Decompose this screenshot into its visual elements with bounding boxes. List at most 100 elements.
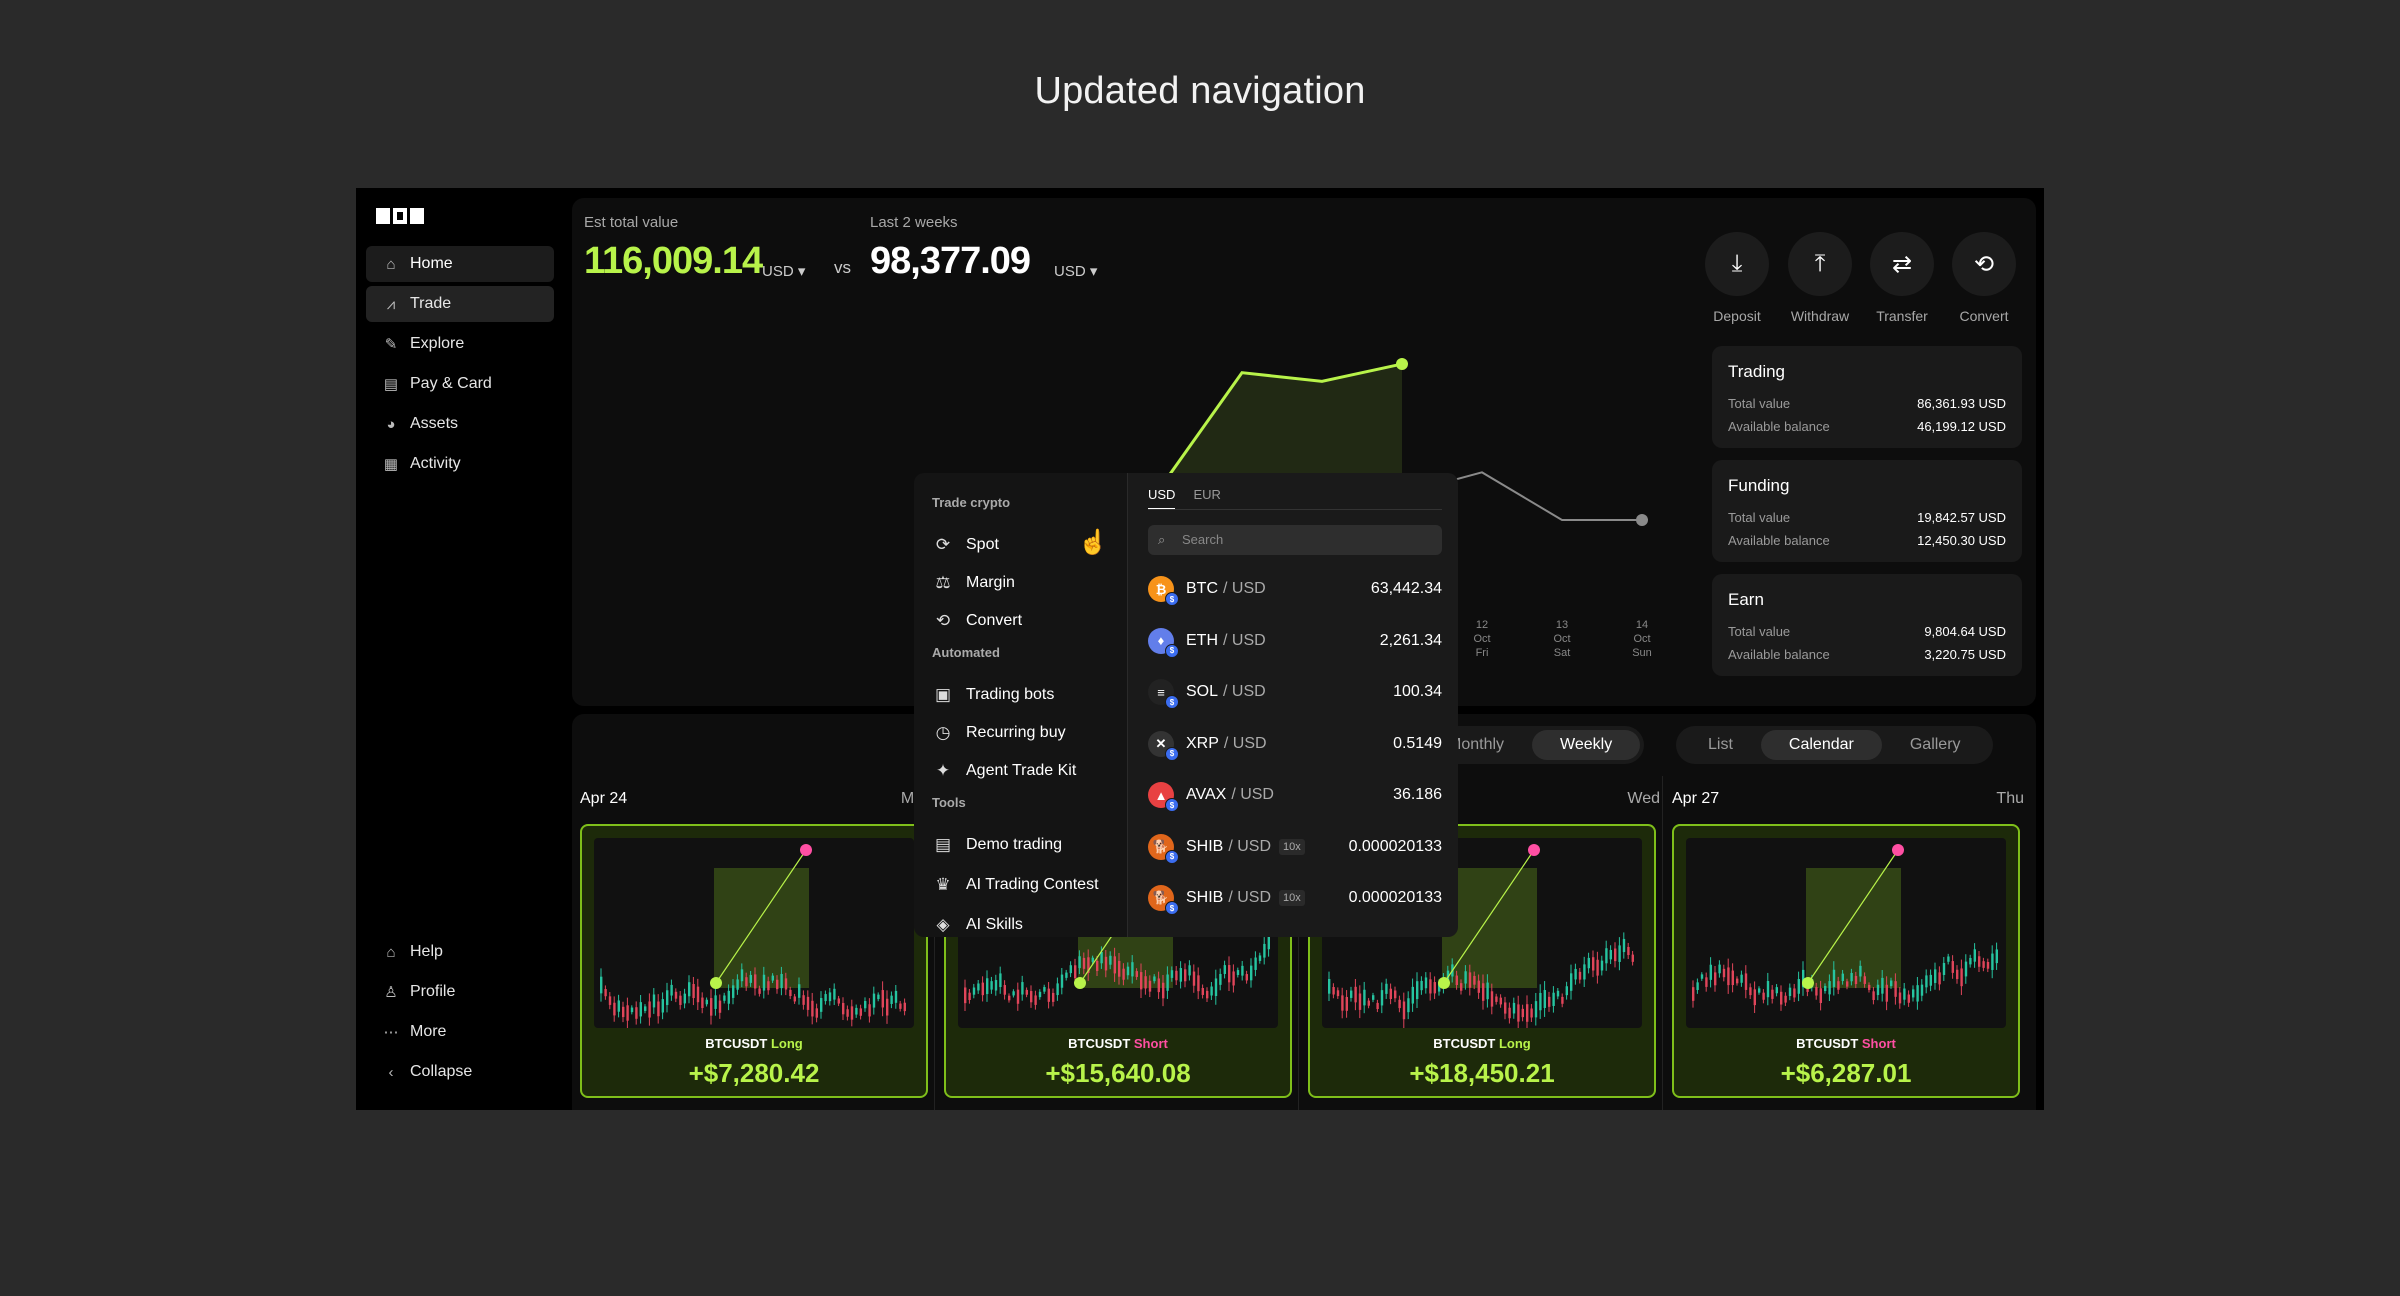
- menu-item-ai-skills[interactable]: ◈ AI Skills: [932, 915, 1022, 935]
- more-icon: ⋯: [383, 1024, 399, 1041]
- sidebar-item-assets[interactable]: ◕ Assets: [366, 406, 554, 442]
- trade-pnl: +$18,450.21: [1409, 1058, 1555, 1088]
- market-price: 2,261.34: [1379, 631, 1442, 649]
- deposit-icon: ⤓: [1705, 232, 1769, 296]
- trade-summary-tile[interactable]: BTCUSDT Short +$6,287.01: [1672, 824, 2020, 1098]
- recurring-icon: ◷: [935, 723, 951, 742]
- trade-pair: BTCUSDT Short: [1068, 1036, 1168, 1051]
- app-window: ⌂ Home ⩘ Trade ✎ Explore ▤ Pay & Card ◕ Asset…: [356, 188, 2044, 1110]
- period-currency-select[interactable]: USD ▾: [1054, 262, 1097, 280]
- series-end-point[interactable]: [1396, 358, 1408, 370]
- btc-coin-icon: ₿ $: [1148, 576, 1179, 606]
- transfer-icon: ⇄: [1870, 232, 1934, 296]
- trade-icon: ⩘: [386, 295, 396, 313]
- menu-item-spot[interactable]: ⟳ Spot: [932, 535, 999, 555]
- market-price: 0.000020133: [1348, 889, 1442, 906]
- sidebar-item-trade[interactable]: ⩘ Trade: [366, 286, 554, 322]
- calendar-day[interactable]: Apr 24MonBTCUSDT Long+$7,280.42: [572, 776, 940, 1110]
- trade-pair: BTCUSDT Long: [705, 1036, 803, 1051]
- menu-item-demo-trading[interactable]: ▤ Demo trading: [932, 835, 1062, 855]
- market-row-eth[interactable]: ♦ $ ETH / USD 2,261.34: [1148, 623, 1442, 659]
- trophy-icon: ♛: [935, 875, 951, 894]
- trade-pnl: +$6,287.01: [1780, 1058, 1912, 1088]
- list-toggle[interactable]: List: [1680, 730, 1761, 760]
- menu-item-ai-trading-contest[interactable]: ♛ AI Trading Contest: [932, 875, 1098, 895]
- market-row-btc[interactable]: ₿ $ BTC / USD 63,442.34: [1148, 571, 1442, 607]
- convert-icon: ⟲: [935, 611, 951, 630]
- page-headline: Updated navigation: [1034, 70, 1366, 112]
- gallery-toggle[interactable]: Gallery: [1882, 730, 1989, 760]
- sparkle-icon: ✦: [935, 761, 951, 780]
- trade-pnl: +$15,640.08: [1045, 1058, 1191, 1088]
- menu-item-trading-bots[interactable]: ▣ Trading bots: [932, 685, 1054, 705]
- trade-candle-chart: [594, 838, 914, 1028]
- leverage-badge: 10x: [1279, 838, 1305, 855]
- account-earn[interactable]: Earn Total value 9,804.64 USD Available b…: [1712, 574, 2022, 676]
- market-row-sol[interactable]: ≡ $ SOL / USD 100.34: [1148, 674, 1442, 710]
- est-total-label: Est total value: [584, 214, 679, 231]
- sidebar-item-collapse[interactable]: ‹ Collapse: [366, 1054, 554, 1090]
- sidebar-item-profile[interactable]: ♙ Profile: [366, 974, 554, 1010]
- day-date: Apr 24: [580, 790, 628, 807]
- shib-coin-icon: 🐕 $: [1148, 833, 1179, 864]
- market-row-shib[interactable]: 🐕 $ SHIB / USD 10x 0.000020133: [1148, 829, 1442, 865]
- tab-eur[interactable]: EUR: [1193, 487, 1220, 510]
- calendar-toggle[interactable]: Calendar: [1760, 730, 1882, 760]
- market-row-xrp[interactable]: ✕ $ XRP / USD 0.5149: [1148, 726, 1442, 762]
- est-currency-select[interactable]: USD ▾: [762, 262, 805, 280]
- menu-item-agent-trade-kit[interactable]: ✦ Agent Trade Kit: [932, 761, 1076, 781]
- section-tools: Tools: [932, 795, 966, 810]
- account-trading[interactable]: Trading Total value 86,361.93 USD Availab…: [1712, 346, 2022, 448]
- transfer-button[interactable]: ⇄ Transfer: [1862, 232, 1942, 324]
- activity-icon: ▦: [383, 456, 399, 473]
- market-price: 0.5149: [1393, 734, 1442, 752]
- sidebar: ⌂ Home ⩘ Trade ✎ Explore ▤ Pay & Card ◕ Asset…: [356, 188, 564, 1110]
- trade-candle-chart: [1686, 838, 2006, 1028]
- period-select[interactable]: Last 2 weeks: [870, 214, 958, 231]
- market-row-avax[interactable]: ▲ $ AVAX / USD 36.186: [1148, 777, 1442, 813]
- bot-icon: ▣: [934, 685, 952, 704]
- market-price: 0.000020133: [1348, 837, 1442, 855]
- margin-icon: ⚖: [935, 573, 951, 592]
- sidebar-item-explore[interactable]: ✎ Explore: [366, 326, 554, 362]
- section-automated: Automated: [932, 645, 1000, 660]
- shib-coin-icon: 🐕 $: [1148, 885, 1179, 915]
- series-end-point[interactable]: [1636, 514, 1648, 526]
- menu-item-margin[interactable]: ⚖ Margin: [932, 573, 1015, 593]
- calendar-day[interactable]: Apr 27 Thu BTCUSDT Short +$6,287.01: [1664, 776, 2032, 1110]
- x-tick-label: 13 Oct Sat: [1553, 619, 1571, 659]
- menu-item-convert[interactable]: ⟲ Convert: [932, 611, 1022, 631]
- menu-item-recurring-buy[interactable]: ◷ Recurring buy: [932, 723, 1066, 743]
- trade-pair: BTCUSDT Long: [1433, 1036, 1531, 1051]
- currency-tabs: USD EUR: [1148, 487, 1221, 510]
- search-icon: ⌕: [1158, 532, 1166, 547]
- sidebar-item-activity[interactable]: ▦ Activity: [366, 446, 554, 482]
- weekly-toggle[interactable]: Weekly: [1532, 730, 1641, 760]
- market-row-shib[interactable]: 🐕 $ SHIB / USD 10x 0.000020133: [1148, 880, 1442, 916]
- market-search-input[interactable]: ⌕ Search: [1148, 525, 1442, 555]
- explore-icon: ✎: [384, 336, 398, 353]
- okx-logo[interactable]: [376, 208, 424, 224]
- trade-pnl: +$7,280.42: [688, 1058, 820, 1088]
- sol-coin-icon: ≡ $: [1148, 679, 1179, 709]
- sidebar-item-home[interactable]: ⌂ Home: [366, 246, 554, 282]
- pointer-cursor-icon: ☝: [1078, 529, 1108, 556]
- home-icon: ⌂: [386, 255, 396, 273]
- tab-usd[interactable]: USD: [1148, 487, 1176, 510]
- eth-coin-icon: ♦ $: [1148, 627, 1179, 658]
- trade-summary-tile[interactable]: BTCUSDT Long +$7,280.42: [580, 824, 928, 1098]
- sidebar-item-pay-card[interactable]: ▤ Pay & Card: [366, 366, 554, 402]
- spot-icon: ⟳: [935, 535, 951, 554]
- withdraw-button[interactable]: ⤒ Withdraw: [1780, 232, 1860, 324]
- sidebar-item-help[interactable]: ⌂ Help: [366, 934, 554, 970]
- market-panel: USD EUR ⌕ Search ₿ $ BTC / USD 63,442.34 ♦ $ ETH…: [1128, 473, 1458, 937]
- layout-toggle: List Calendar Gallery: [1676, 726, 1993, 764]
- convert-button[interactable]: ⟲ Convert: [1944, 232, 2024, 324]
- tab-divider: [1148, 509, 1442, 510]
- trade-side: Long: [770, 1036, 803, 1051]
- sidebar-item-more[interactable]: ⋯ More: [366, 1014, 554, 1050]
- deposit-button[interactable]: ⤓ Deposit: [1697, 232, 1777, 324]
- day-weekday: Thu: [1996, 790, 2024, 807]
- collapse-icon: ‹: [388, 1063, 394, 1081]
- account-funding[interactable]: Funding Total value 19,842.57 USD Availab…: [1712, 460, 2022, 562]
